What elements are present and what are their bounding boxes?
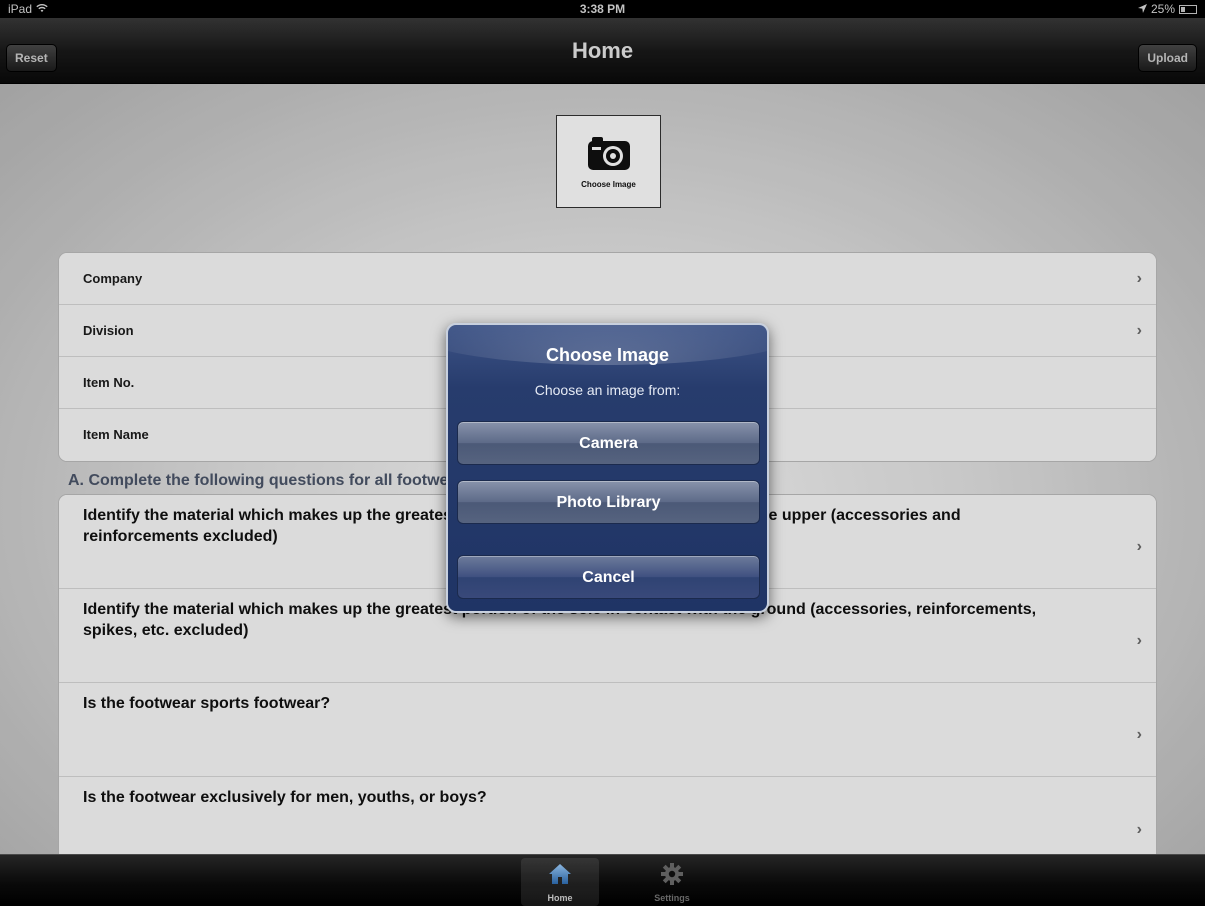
battery-icon bbox=[1179, 4, 1197, 14]
tab-label: Settings bbox=[654, 893, 690, 903]
chevron-right-icon: › bbox=[1136, 321, 1142, 339]
battery-percent: 25% bbox=[1150, 2, 1175, 16]
navigation-bar: Home Reset Upload bbox=[0, 18, 1205, 84]
chevron-right-icon: › bbox=[1136, 820, 1142, 838]
device-name: iPad bbox=[8, 2, 33, 16]
camera-button[interactable]: Camera bbox=[457, 421, 760, 465]
tab-settings[interactable]: Settings bbox=[633, 858, 711, 906]
tab-label: Home bbox=[547, 893, 573, 903]
cancel-button[interactable]: Cancel bbox=[457, 555, 760, 599]
question-label: Is the footwear sports footwear? bbox=[83, 695, 331, 712]
chevron-right-icon: › bbox=[1136, 726, 1142, 744]
question-label: Is the footwear exclusively for men, you… bbox=[83, 789, 487, 806]
chevron-right-icon: › bbox=[1136, 538, 1142, 556]
tab-bar: Home Settings bbox=[0, 854, 1205, 906]
photo-library-button[interactable]: Photo Library bbox=[457, 480, 760, 524]
page-title: Home bbox=[571, 38, 634, 63]
location-icon bbox=[1137, 2, 1147, 16]
home-icon bbox=[548, 862, 572, 891]
alert-message: Choose an image from: bbox=[534, 382, 681, 398]
row-label: Item Name bbox=[83, 427, 149, 442]
status-right: 25% bbox=[1137, 2, 1197, 16]
choose-image-alert: Choose Image Choose an image from: Camer… bbox=[446, 323, 769, 613]
row-label: Division bbox=[83, 323, 134, 338]
wifi-icon bbox=[36, 2, 48, 16]
status-left: iPad bbox=[8, 2, 48, 16]
gear-icon bbox=[660, 862, 684, 891]
alert-title: Choose Image bbox=[545, 345, 670, 365]
status-bar: iPad 3:38 PM 25% bbox=[0, 0, 1205, 18]
choose-image-button[interactable]: Choose Image bbox=[556, 115, 661, 208]
upload-button[interactable]: Upload bbox=[1138, 44, 1197, 72]
chevron-right-icon: › bbox=[1136, 632, 1142, 650]
status-time: 3:38 PM bbox=[579, 2, 626, 16]
tab-home[interactable]: Home bbox=[521, 858, 599, 906]
company-row[interactable]: Company › bbox=[59, 253, 1156, 305]
camera-icon bbox=[587, 135, 631, 176]
row-label: Item No. bbox=[83, 375, 135, 390]
question-row[interactable]: Is the footwear exclusively for men, you… bbox=[59, 777, 1156, 854]
question-row[interactable]: Is the footwear sports footwear? › bbox=[59, 683, 1156, 777]
chevron-right-icon: › bbox=[1136, 269, 1142, 287]
row-label: Company bbox=[83, 271, 143, 286]
choose-image-label: Choose Image bbox=[581, 179, 636, 189]
section-header: A. Complete the following questions for … bbox=[68, 472, 464, 489]
reset-button[interactable]: Reset bbox=[6, 44, 57, 72]
